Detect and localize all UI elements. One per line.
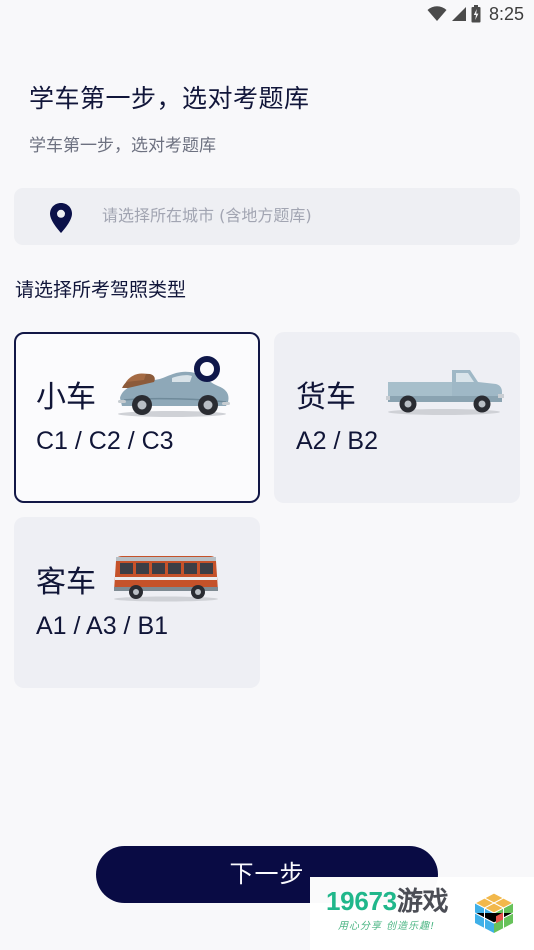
city-placeholder: 请选择所在城市 (含地方题库) xyxy=(102,206,312,225)
license-card-codes: A1 / A3 / B1 xyxy=(36,612,169,640)
watermark-number: 19673 xyxy=(326,886,397,916)
status-bar: 8:25 xyxy=(0,0,534,28)
license-card-codes: C1 / C2 / C3 xyxy=(36,427,174,455)
watermark-slogan: 用心分享 创造乐趣! xyxy=(338,921,436,932)
license-card-name: 小车 xyxy=(36,380,96,415)
license-card-bus[interactable]: 客车 A1 / A3 / B1 xyxy=(14,517,260,688)
status-icons: 8:25 xyxy=(427,3,524,25)
signal-icon xyxy=(451,6,467,22)
pickup-truck-image xyxy=(386,360,504,422)
watermark-title: 19673游戏 xyxy=(326,886,449,916)
watermark-logo: 19673游戏 用心分享 创造乐趣! xyxy=(310,877,534,950)
selected-indicator-icon xyxy=(194,356,220,382)
license-card-truck[interactable]: 货车 A2 / B2 xyxy=(274,332,520,503)
page-subtitle: 学车第一步，选对考题库 xyxy=(29,136,216,156)
city-selector[interactable]: 请选择所在城市 (含地方题库) xyxy=(14,188,520,245)
cube-logo-icon xyxy=(472,891,516,935)
battery-charging-icon xyxy=(471,5,481,23)
watermark-brand: 游戏 xyxy=(396,886,449,916)
red-bus-image xyxy=(112,553,230,615)
page-title: 学车第一步，选对考题库 xyxy=(29,84,310,113)
status-time: 8:25 xyxy=(488,3,524,24)
license-card-name: 货车 xyxy=(296,380,356,415)
license-card-codes: A2 / B2 xyxy=(296,427,378,455)
wifi-icon xyxy=(427,6,447,22)
license-card-car[interactable]: 小车 C1 / C2 / C3 xyxy=(14,332,260,503)
license-card-name: 客车 xyxy=(36,565,96,600)
license-type-heading: 请选择所考驾照类型 xyxy=(15,279,187,301)
location-pin-icon xyxy=(48,202,74,234)
